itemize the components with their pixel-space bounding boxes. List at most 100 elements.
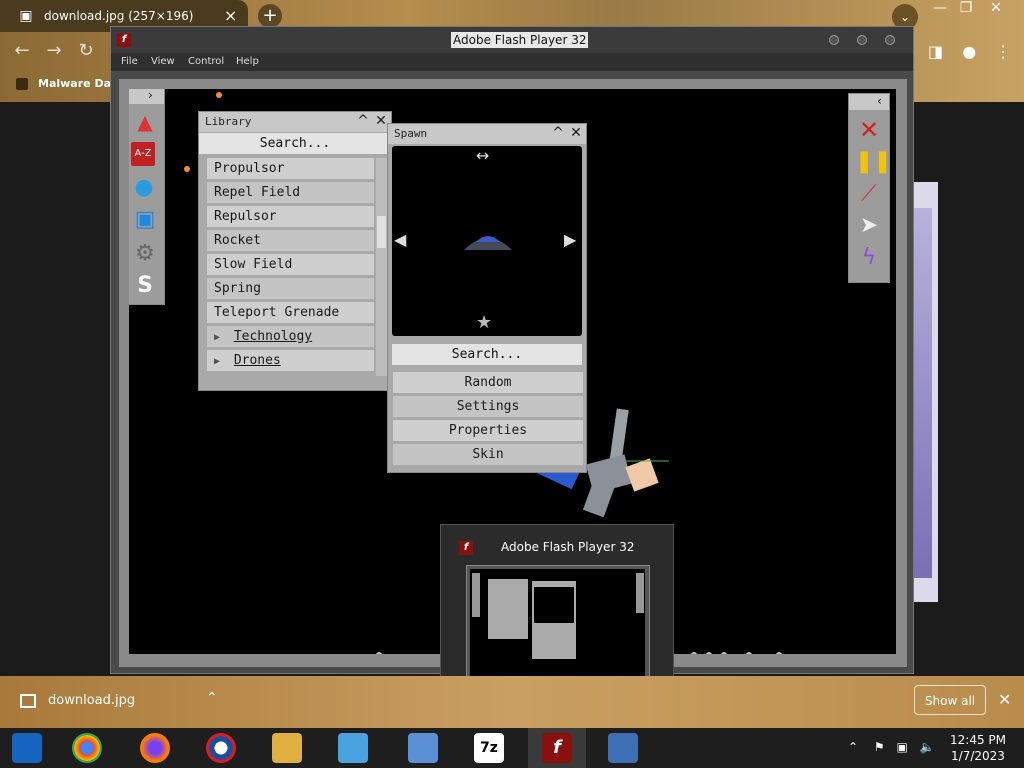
download-bar: [0, 676, 1024, 728]
settings-button[interactable]: Settings: [393, 396, 583, 417]
flash-logo-icon: f: [459, 541, 473, 555]
menu-file[interactable]: File: [121, 56, 138, 67]
back-icon[interactable]: ←: [10, 40, 34, 61]
favorite-star-icon[interactable]: ★: [476, 312, 492, 333]
resize-arrow-icon[interactable]: ↔: [476, 146, 489, 165]
menu-help[interactable]: Help: [236, 56, 259, 67]
cursor-icon[interactable]: ➤: [855, 212, 883, 240]
show-all-button[interactable]: Show all: [914, 685, 986, 715]
flash-maximize-icon[interactable]: [857, 35, 867, 45]
network-tray-icon[interactable]: ▣: [896, 740, 907, 754]
spawn-search-input[interactable]: Search...: [392, 344, 582, 365]
spawn-preview: ↔ ◀ ▶ ★: [392, 146, 582, 336]
forward-icon[interactable]: →: [42, 40, 66, 61]
library-item[interactable]: Teleport Grenade: [207, 302, 374, 323]
palette-header: ›: [129, 89, 164, 104]
7zip-icon[interactable]: 7z: [474, 733, 504, 763]
library-group-drones[interactable]: ▶ Drones: [207, 350, 374, 371]
settings-gear-icon[interactable]: ⚙: [131, 240, 159, 268]
clock-time: 12:45 PM: [950, 733, 1006, 747]
pause-icon[interactable]: ❚❚: [855, 148, 892, 176]
file-image-icon: [20, 694, 36, 708]
library-item[interactable]: Rocket: [207, 230, 374, 251]
profile-icon[interactable]: ●: [962, 42, 976, 61]
show-hidden-icons-icon[interactable]: ⌃: [848, 740, 858, 754]
minimize-icon[interactable]: —: [928, 0, 952, 16]
menu-control[interactable]: Control: [188, 56, 224, 67]
download-filename[interactable]: download.jpg: [48, 693, 135, 708]
window-app-icon[interactable]: [608, 733, 638, 763]
spawn-collapse-icon[interactable]: ^: [550, 125, 566, 141]
chrome-toolbar-icons: ◨ ● ⋮: [928, 42, 1011, 61]
side-panel-icon[interactable]: ◨: [928, 42, 943, 61]
library-search-input[interactable]: Search...: [199, 133, 391, 154]
taskbar-clock[interactable]: 12:45 PM 1/7/2023: [946, 732, 1010, 764]
scrollbar-thumb[interactable]: [377, 216, 386, 248]
expand-triangle-icon: ▶: [214, 332, 221, 343]
library-collapse-icon[interactable]: ^: [355, 113, 371, 129]
tab-title: download.jpg (257×196): [44, 9, 194, 23]
library-scrollbar[interactable]: [376, 158, 387, 376]
lightning-icon[interactable]: ϟ: [855, 244, 883, 272]
clock-date: 1/7/2023: [951, 749, 1005, 763]
collapse-chevron-icon[interactable]: ‹: [877, 94, 882, 108]
close-download-bar-icon[interactable]: ✕: [998, 690, 1011, 709]
library-item[interactable]: Spring: [207, 278, 374, 299]
right-tool-palette: ‹ ✕ ❚❚ ⟋ ➤ ϟ: [848, 93, 892, 283]
palette-header: ‹: [849, 94, 889, 110]
spawn-title: Spawn: [394, 127, 428, 140]
restore-icon[interactable]: ❐: [954, 0, 978, 16]
installer-icon[interactable]: [408, 733, 438, 763]
obama-logo-icon[interactable]: [206, 733, 236, 763]
taskbar-app-icon[interactable]: [12, 733, 42, 763]
flash-logo-icon: f: [117, 33, 131, 47]
library-panel: Library ^ ✕ Search... Propulsor Repel Fi…: [198, 111, 392, 391]
knife-tool-icon[interactable]: ⟋: [855, 180, 883, 208]
prev-arrow-icon[interactable]: ◀: [394, 230, 406, 249]
spawn-close-icon[interactable]: ✕: [568, 125, 584, 141]
flag-icon[interactable]: ⚑: [874, 740, 885, 754]
network-icon[interactable]: [338, 733, 368, 763]
save-disk-icon[interactable]: ▣: [131, 206, 159, 234]
chevron-up-icon[interactable]: ⌃: [206, 690, 218, 706]
system-tray: ⌃ ⚑ ▣ 🔈: [848, 740, 935, 754]
tab-close-icon[interactable]: ×: [224, 6, 237, 25]
menu-icon[interactable]: ⋮: [995, 42, 1011, 61]
globe-icon[interactable]: ●: [130, 174, 158, 202]
image-icon: ▣: [19, 8, 33, 24]
properties-button[interactable]: Properties: [393, 420, 583, 441]
library-item[interactable]: Slow Field: [207, 254, 374, 275]
expand-triangle-icon: ▶: [214, 356, 221, 367]
new-tab-button[interactable]: +: [258, 4, 282, 28]
spawn-panel: Spawn ^ ✕ ↔ ◀ ▶ ★ Search... Random Setti…: [387, 123, 587, 473]
delete-x-icon[interactable]: ✕: [855, 116, 883, 144]
volume-icon[interactable]: 🔈: [920, 740, 935, 754]
chrome-icon[interactable]: [72, 733, 102, 763]
thumbnail-right-palette: [636, 573, 644, 613]
spawn-object-icon: [464, 236, 512, 250]
thumbnail-spawn-preview: [534, 587, 574, 623]
thumbnail-title: Adobe Flash Player 32: [501, 540, 635, 554]
menu-view[interactable]: View: [151, 56, 175, 67]
library-item[interactable]: Propulsor: [207, 158, 374, 179]
bookmark-favicon: [16, 78, 28, 90]
random-button[interactable]: Random: [393, 372, 583, 393]
library-item[interactable]: Repulsor: [207, 206, 374, 227]
library-group-technology[interactable]: ▶ Technology: [207, 326, 374, 347]
flash-player-icon[interactable]: f: [542, 733, 572, 763]
library-item[interactable]: Repel Field: [207, 182, 374, 203]
spawn-header: Spawn ^ ✕: [388, 124, 586, 144]
skin-button[interactable]: Skin: [393, 444, 583, 465]
thumbnail-left-palette: [472, 573, 480, 617]
expand-chevron-icon[interactable]: ›: [148, 89, 153, 102]
reload-icon[interactable]: ↻: [74, 40, 98, 61]
flash-minimize-icon[interactable]: [829, 35, 839, 45]
shapes-icon[interactable]: ▲: [131, 108, 159, 136]
close-window-icon[interactable]: ✕: [984, 0, 1008, 16]
file-explorer-icon[interactable]: [272, 733, 302, 763]
next-arrow-icon[interactable]: ▶: [564, 230, 576, 249]
flash-close-icon[interactable]: [885, 35, 895, 45]
s-logo-icon[interactable]: S: [131, 272, 159, 300]
firefox-icon[interactable]: [140, 733, 170, 763]
a-z-book-icon[interactable]: A-Z: [131, 142, 155, 166]
